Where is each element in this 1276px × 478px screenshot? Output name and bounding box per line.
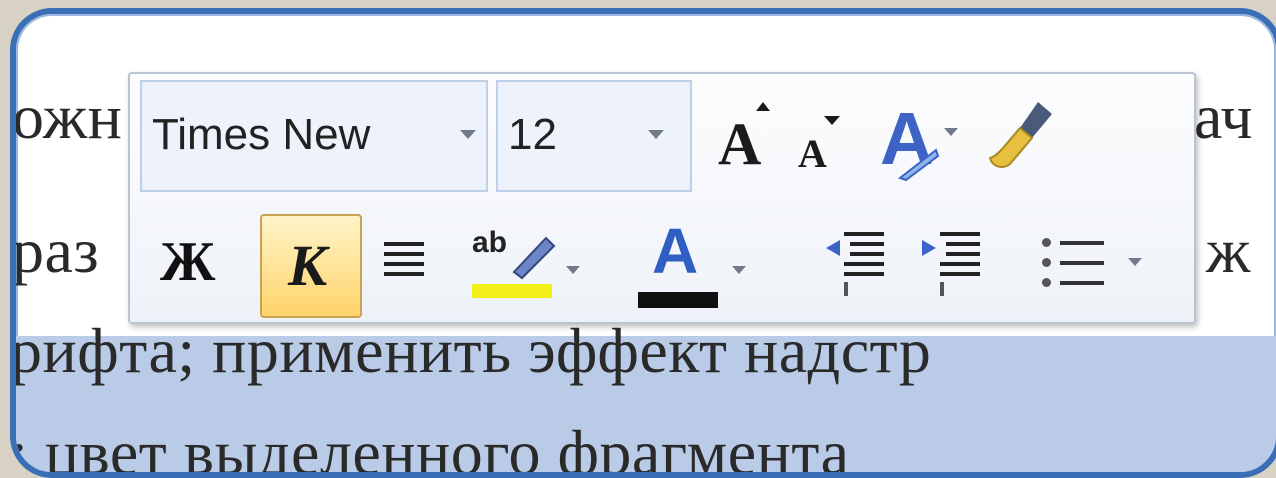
font-color-icon: A — [652, 215, 699, 287]
font-color-button[interactable]: A — [634, 215, 746, 312]
bold-button[interactable]: Ж — [144, 216, 222, 306]
bold-icon: Ж — [160, 231, 216, 293]
doc-text-line-3: рифта; применить эффект надстр — [10, 315, 932, 386]
font-size-value: 12 — [508, 110, 557, 159]
doc-text-line-1-left: ожн — [12, 81, 123, 152]
mini-formatting-toolbar: Times New 12 A A A Ж К ab A — [128, 72, 1196, 324]
bullet-list-button[interactable] — [1038, 226, 1148, 300]
increase-indent-icon — [920, 232, 984, 304]
grow-font-button[interactable]: A — [710, 94, 780, 184]
styles-brush-icon — [897, 148, 940, 182]
styles-button[interactable]: A — [872, 94, 972, 190]
doc-text-line-4: ; цвет выделенного фрагмента — [10, 417, 850, 478]
doc-text-line-2-right: ж — [1206, 215, 1251, 286]
chevron-down-icon[interactable] — [648, 130, 664, 139]
font-size-combobox[interactable]: 12 — [496, 80, 692, 192]
format-painter-icon — [988, 102, 1052, 168]
marker-icon — [512, 236, 556, 280]
center-align-button[interactable] — [380, 234, 430, 294]
chevron-down-icon[interactable] — [566, 266, 580, 274]
highlight-label: ab — [472, 226, 508, 259]
highlight-color-swatch — [472, 284, 552, 298]
chevron-down-icon[interactable] — [1128, 258, 1142, 266]
grow-font-icon: A — [718, 111, 762, 177]
chevron-down-icon[interactable] — [732, 266, 746, 274]
font-name-combobox[interactable]: Times New — [140, 80, 488, 192]
triangle-up-icon — [756, 102, 770, 111]
doc-text-line-1-right: ач — [1194, 81, 1254, 152]
decrease-indent-icon — [824, 232, 888, 304]
slide-frame: ожн ач раз ж рифта; применить эффект над… — [10, 8, 1276, 478]
italic-button[interactable]: К — [260, 214, 362, 318]
shrink-font-button[interactable]: A — [790, 100, 854, 184]
italic-icon: К — [288, 233, 328, 298]
chevron-down-icon[interactable] — [460, 130, 476, 139]
shrink-font-icon: A — [798, 131, 827, 176]
highlight-button[interactable]: ab — [470, 216, 580, 312]
doc-text-line-2-left: раз — [12, 215, 100, 286]
chevron-down-icon[interactable] — [944, 128, 958, 136]
increase-indent-button[interactable] — [920, 226, 984, 300]
decrease-indent-button[interactable] — [824, 226, 888, 300]
font-color-swatch — [638, 292, 718, 308]
font-name-value: Times New — [152, 110, 371, 159]
format-painter-button[interactable] — [980, 94, 1070, 190]
triangle-down-icon — [824, 116, 840, 125]
